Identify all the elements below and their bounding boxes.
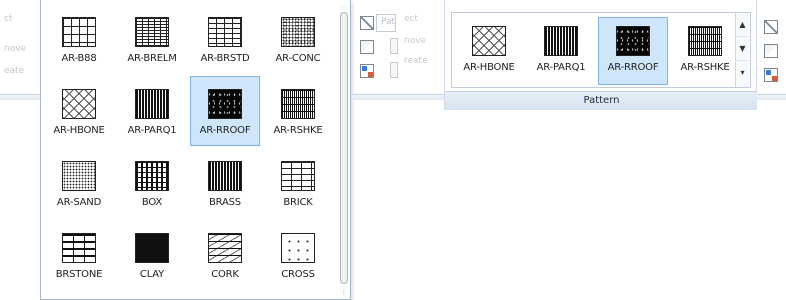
ribbon-caption-bar bbox=[352, 94, 444, 100]
pattern-label: BRASS bbox=[209, 197, 241, 208]
pattern-swatch-icon bbox=[688, 26, 722, 56]
pattern-swatch-icon bbox=[281, 161, 315, 191]
scroll-down-button[interactable]: ▼ bbox=[736, 37, 749, 61]
ribbon-caption-bar bbox=[0, 94, 40, 100]
pattern-label: AR-RSHKE bbox=[680, 62, 730, 73]
pattern-tile[interactable]: AR-PARQ1 bbox=[117, 76, 187, 146]
autocad-hatch-pattern-ui: ct nove eate AR-B88 AR-BRELM AR-BRSTD AR-CO… bbox=[0, 0, 786, 300]
pattern-tile[interactable]: AR-BRELM bbox=[117, 4, 187, 74]
hatch-type-field[interactable]: Pat bbox=[376, 14, 396, 32]
pattern-tile[interactable]: AR-RROOF bbox=[190, 76, 260, 146]
pattern-label: AR-B88 bbox=[61, 53, 97, 64]
pattern-label: AR-SAND bbox=[56, 197, 102, 208]
pattern-tile[interactable]: AR-RSHKE bbox=[263, 76, 333, 146]
pattern-swatch-icon bbox=[281, 17, 315, 47]
scroll-up-button[interactable]: ▲ bbox=[736, 13, 749, 37]
pattern-label: AR-BRSTD bbox=[200, 53, 250, 64]
pattern-swatch-icon bbox=[208, 161, 242, 191]
panel-caption: Pattern bbox=[445, 91, 758, 110]
pattern-label: AR-CONC bbox=[275, 53, 321, 64]
scrollbar-thumb[interactable] bbox=[340, 12, 348, 284]
hatch-color-icon[interactable] bbox=[360, 40, 374, 54]
pattern-tile[interactable]: AR-CONC bbox=[263, 4, 333, 74]
pattern-label: BRSTONE bbox=[55, 269, 103, 280]
ribbon-gallery-scroller: ▲ ▼ ▾ bbox=[735, 13, 749, 87]
background-color-icon[interactable] bbox=[764, 68, 778, 82]
pattern-ribbon-panel: AR-RSHKE AR-RROOF AR-PARQ1 AR-HBONE ▲ ▼ ▾ P… bbox=[444, 0, 758, 110]
pattern-tile[interactable]: CLAY bbox=[117, 220, 187, 290]
pattern-label: CLAY bbox=[139, 269, 165, 280]
pattern-swatch-icon bbox=[135, 17, 169, 47]
pattern-label: AR-RROOF bbox=[199, 125, 251, 136]
ribbon-fragment-text: nove bbox=[4, 44, 27, 54]
pattern-tile[interactable]: AR-HBONE bbox=[44, 76, 114, 146]
gallery-scrollbar[interactable]: ⋮ bbox=[340, 4, 348, 297]
right-ribbon-fragment bbox=[757, 0, 786, 110]
pattern-swatch-icon bbox=[208, 17, 242, 47]
pattern-tile[interactable]: BRASS bbox=[190, 148, 260, 218]
pattern-swatch-icon bbox=[62, 89, 96, 119]
pattern-tile[interactable]: AR-B88 bbox=[44, 4, 114, 74]
pattern-label: AR-HBONE bbox=[53, 125, 105, 136]
pattern-label: AR-PARQ1 bbox=[536, 62, 586, 73]
left-ribbon-fragment: ct nove eate bbox=[0, 0, 40, 100]
pattern-label: AR-BRELM bbox=[127, 53, 177, 64]
ribbon-fragment-text: reate bbox=[404, 56, 428, 66]
resize-grip-icon[interactable]: ⋮ bbox=[340, 290, 348, 297]
pattern-swatch-icon bbox=[135, 89, 169, 119]
pattern-label: CORK bbox=[211, 269, 239, 280]
pattern-tile[interactable]: BRSTONE bbox=[44, 220, 114, 290]
ribbon-fragment-text: eate bbox=[4, 66, 25, 76]
pattern-label: CROSS bbox=[281, 269, 315, 280]
pattern-tile[interactable]: BRICK bbox=[263, 148, 333, 218]
ribbon-pattern-tile[interactable]: AR-HBONE bbox=[454, 17, 524, 85]
ribbon-caption-bar bbox=[757, 94, 786, 100]
pattern-swatch-icon bbox=[544, 26, 578, 56]
pattern-gallery-dropdown: AR-B88 AR-BRELM AR-BRSTD AR-CONC AR-HBONE AR-… bbox=[40, 0, 351, 300]
background-color-icon[interactable] bbox=[360, 64, 374, 78]
pattern-tile[interactable]: BOX bbox=[117, 148, 187, 218]
ribbon-pattern-tile[interactable]: AR-RSHKE bbox=[670, 17, 740, 85]
ribbon-pattern-tile[interactable]: AR-RROOF bbox=[598, 17, 668, 85]
pattern-swatch-icon bbox=[616, 26, 650, 56]
pattern-tile[interactable]: CROSS bbox=[263, 220, 333, 290]
pattern-swatch-icon bbox=[62, 161, 96, 191]
pattern-tile[interactable]: AR-BRSTD bbox=[190, 4, 260, 74]
pattern-swatch-icon bbox=[62, 233, 96, 263]
pattern-label: AR-HBONE bbox=[463, 62, 515, 73]
pattern-label: AR-RSHKE bbox=[273, 125, 323, 136]
pattern-swatch-icon bbox=[208, 89, 242, 119]
pattern-swatch-icon bbox=[135, 161, 169, 191]
hatch-type-icon[interactable] bbox=[360, 16, 374, 30]
pattern-tile[interactable]: CORK bbox=[190, 220, 260, 290]
color-field[interactable] bbox=[390, 38, 398, 54]
hatch-type-icon[interactable] bbox=[764, 20, 778, 34]
hatch-type-field-text: Pat bbox=[381, 17, 396, 27]
pattern-swatch-icon bbox=[472, 26, 506, 56]
pattern-swatch-icon bbox=[208, 233, 242, 263]
pattern-label: AR-RROOF bbox=[607, 62, 659, 73]
ribbon-pattern-tile[interactable]: AR-PARQ1 bbox=[526, 17, 596, 85]
pattern-gallery-grid: AR-B88 AR-BRELM AR-BRSTD AR-CONC AR-HBONE AR-… bbox=[43, 4, 335, 292]
hatch-color-icon[interactable] bbox=[764, 44, 778, 58]
expand-gallery-button[interactable]: ▾ bbox=[736, 61, 749, 85]
pattern-swatch-icon bbox=[281, 89, 315, 119]
pattern-swatch-icon bbox=[281, 233, 315, 263]
pattern-swatch-icon bbox=[62, 17, 96, 47]
ribbon-fragment-text: ect bbox=[404, 14, 419, 24]
ribbon-fragment-text: ct bbox=[4, 14, 13, 24]
pattern-label: AR-PARQ1 bbox=[127, 125, 177, 136]
ribbon-fragment-text: nove bbox=[404, 36, 427, 46]
pattern-label: BOX bbox=[141, 197, 163, 208]
pattern-tile[interactable]: AR-SAND bbox=[44, 148, 114, 218]
pattern-ribbon-gallery: AR-RSHKE AR-RROOF AR-PARQ1 AR-HBONE ▲ ▼ ▾ bbox=[451, 12, 751, 88]
pattern-label: BRICK bbox=[283, 197, 313, 208]
background-field[interactable] bbox=[390, 62, 398, 78]
pattern-swatch-icon bbox=[135, 233, 169, 263]
properties-ribbon-fragment: Pat ect nove reate bbox=[352, 0, 444, 100]
